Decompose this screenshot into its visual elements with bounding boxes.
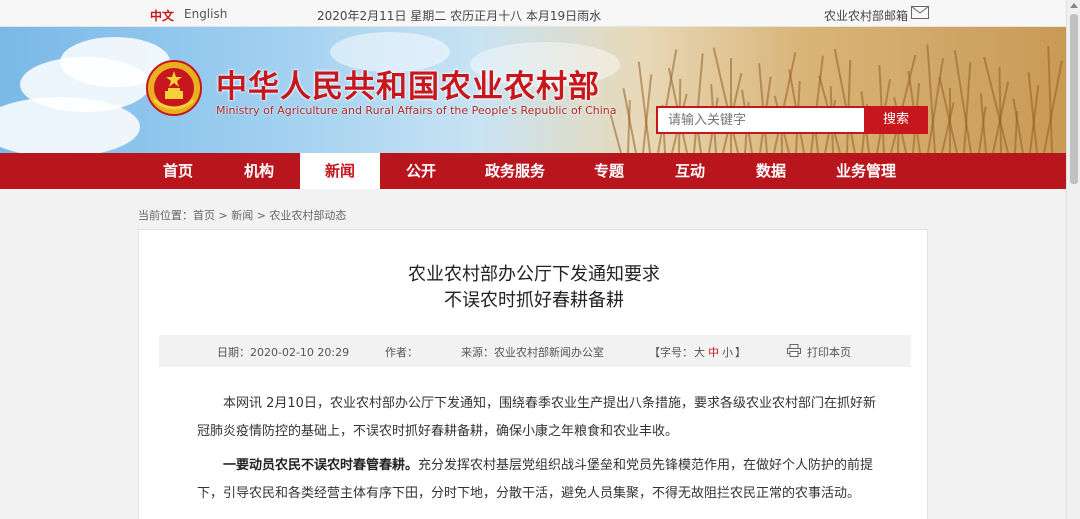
article-title-line1: 农业农村部办公厅下发通知要求 bbox=[408, 264, 660, 285]
font-size-medium[interactable]: 中 bbox=[708, 344, 719, 360]
article-paragraph-2-lead: 一要动员农民不误农时春管春耕。 bbox=[223, 458, 419, 473]
search-button[interactable]: 搜索 bbox=[864, 106, 928, 134]
printer-icon[interactable] bbox=[787, 344, 801, 357]
article-author: 作者： bbox=[385, 346, 418, 359]
lang-english-link[interactable]: English bbox=[184, 7, 227, 21]
wheat-stalk bbox=[998, 66, 1002, 153]
nav-item-home[interactable]: 首页 bbox=[138, 153, 218, 189]
date-info: 2020年2月11日 星期二 农历正月十八 本月19日雨水 bbox=[317, 9, 602, 23]
wheat-stalk bbox=[609, 114, 622, 153]
header-banner: 中华人民共和国农业农村部 Ministry of Agriculture and… bbox=[0, 27, 1066, 153]
nav-item-agencies[interactable]: 机构 bbox=[218, 153, 300, 189]
lang-chinese-link[interactable]: 中文 bbox=[150, 7, 174, 24]
breadcrumb[interactable]: 当前位置：首页 > 新闻 > 农业农村部动态 bbox=[138, 207, 346, 223]
nav-item-interaction[interactable]: 互动 bbox=[650, 153, 730, 189]
wheat-stalk bbox=[1043, 60, 1064, 153]
font-size-label-close: 】 bbox=[735, 346, 746, 359]
article-card: 农业农村部办公厅下发通知要求 不误农时抓好春耕备耕 日期：2020-02-10 … bbox=[138, 229, 928, 519]
nav-item-gov-services[interactable]: 政务服务 bbox=[462, 153, 568, 189]
article-date: 日期：2020-02-10 20:29 bbox=[217, 346, 350, 359]
search-input[interactable] bbox=[658, 108, 864, 132]
scroll-up-arrow-icon[interactable] bbox=[1070, 3, 1078, 8]
page-scrollbar[interactable] bbox=[1066, 0, 1080, 519]
print-page-link[interactable]: 打印本页 bbox=[807, 344, 851, 360]
nav-item-data[interactable]: 数据 bbox=[730, 153, 812, 189]
national-emblem-icon bbox=[146, 60, 202, 116]
top-utility-bar: 中文 English 2020年2月11日 星期二 农历正月十八 本月19日雨水… bbox=[0, 0, 1066, 27]
font-size-large[interactable]: 大 bbox=[694, 344, 705, 360]
article-meta-bar: 日期：2020-02-10 20:29 作者： 来源：农业农村部新闻办公室 【字… bbox=[159, 335, 911, 367]
nav-item-business[interactable]: 业务管理 bbox=[812, 153, 920, 189]
nav-item-public[interactable]: 公开 bbox=[380, 153, 462, 189]
mailbox-link[interactable]: 农业农村部邮箱 bbox=[824, 7, 908, 24]
article-source: 来源：农业农村部新闻办公室 bbox=[461, 346, 604, 359]
mail-icon[interactable] bbox=[911, 6, 929, 19]
nav-item-news[interactable]: 新闻 bbox=[300, 153, 380, 189]
article-paragraph-1: 本网讯 2月10日，农业农村部办公厅下发通知，围绕春季农业生产提出八条措施，要求… bbox=[197, 396, 876, 439]
main-nav: 首页 机构 新闻 公开 政务服务 专题 互动 数据 业务管理 bbox=[0, 153, 1066, 189]
font-size-small[interactable]: 小 bbox=[722, 344, 733, 360]
search-box bbox=[656, 106, 864, 134]
site-subtitle: Ministry of Agriculture and Rural Affair… bbox=[216, 104, 617, 117]
scrollbar-thumb[interactable] bbox=[1070, 14, 1078, 184]
font-size-label-open: 【字号： bbox=[649, 346, 693, 359]
article-title-line2: 不误农时抓好春耕备耕 bbox=[444, 290, 624, 311]
article-paragraph-2: 一要动员农民不误农时春管春耕。充分发挥农村基层党组织战斗堡垒和党员先锋模范作用，… bbox=[197, 452, 877, 508]
site-title[interactable]: 中华人民共和国农业农村部 bbox=[216, 61, 600, 106]
nav-item-topics[interactable]: 专题 bbox=[568, 153, 650, 189]
